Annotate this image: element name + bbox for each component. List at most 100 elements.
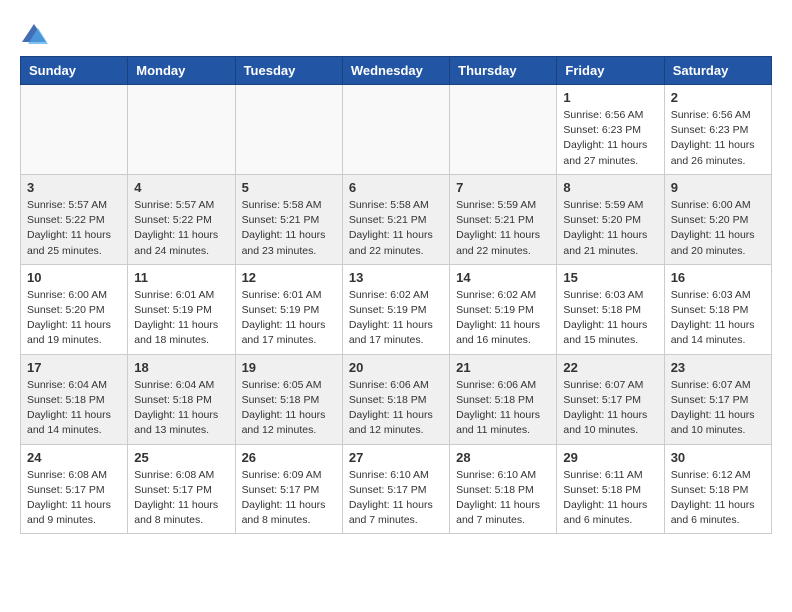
day-number: 10: [27, 270, 121, 285]
week-row-4: 17Sunrise: 6:04 AM Sunset: 5:18 PM Dayli…: [21, 354, 772, 444]
day-number: 22: [563, 360, 657, 375]
weekday-header-tuesday: Tuesday: [235, 57, 342, 85]
calendar-cell: [342, 85, 449, 175]
day-number: 30: [671, 450, 765, 465]
calendar-cell: [21, 85, 128, 175]
calendar-cell: 30Sunrise: 6:12 AM Sunset: 5:18 PM Dayli…: [664, 444, 771, 534]
calendar-cell: 25 Sunrise: 6:08 AM Sunset: 5:17 PM Dayli…: [128, 444, 235, 534]
day-info: Sunrise: 5:57 AM Sunset: 5:22 PM Dayligh…: [134, 198, 228, 259]
day-number: 24: [27, 450, 121, 465]
day-info: Sunrise: 6:01 AM Sunset: 5:19 PM Dayligh…: [134, 288, 228, 349]
day-info: Sunrise: 5:58 AM Sunset: 5:21 PM Dayligh…: [242, 198, 336, 259]
day-info: Sunrise: 6:56 AM Sunset: 6:23 PM Dayligh…: [563, 108, 657, 169]
day-number: 23: [671, 360, 765, 375]
calendar-cell: [235, 85, 342, 175]
calendar-cell: 7 Sunrise: 5:59 AM Sunset: 5:21 PM Daylig…: [450, 174, 557, 264]
calendar-cell: 20 Sunrise: 6:06 AM Sunset: 5:18 PM Dayli…: [342, 354, 449, 444]
weekday-header-saturday: Saturday: [664, 57, 771, 85]
day-info: Sunrise: 6:04 AM Sunset: 5:18 PM Dayligh…: [134, 378, 228, 439]
calendar-cell: 14Sunrise: 6:02 AM Sunset: 5:19 PM Dayli…: [450, 264, 557, 354]
calendar-cell: [450, 85, 557, 175]
day-info: Sunrise: 6:00 AM Sunset: 5:20 PM Dayligh…: [671, 198, 765, 259]
day-number: 13: [349, 270, 443, 285]
day-info: Sunrise: 5:57 AM Sunset: 5:22 PM Dayligh…: [27, 198, 121, 259]
day-info: Sunrise: 6:04 AM Sunset: 5:18 PM Dayligh…: [27, 378, 121, 439]
week-row-5: 24 Sunrise: 6:08 AM Sunset: 5:17 PM Dayli…: [21, 444, 772, 534]
calendar-body: 1 Sunrise: 6:56 AM Sunset: 6:23 PM Daylig…: [21, 85, 772, 534]
calendar-header: SundayMondayTuesdayWednesdayThursdayFrid…: [21, 57, 772, 85]
weekday-header-monday: Monday: [128, 57, 235, 85]
calendar-cell: 5 Sunrise: 5:58 AM Sunset: 5:21 PM Daylig…: [235, 174, 342, 264]
calendar-cell: 26 Sunrise: 6:09 AM Sunset: 5:17 PM Dayli…: [235, 444, 342, 534]
calendar-cell: 13 Sunrise: 6:02 AM Sunset: 5:19 PM Dayli…: [342, 264, 449, 354]
day-number: 3: [27, 180, 121, 195]
day-number: 6: [349, 180, 443, 195]
calendar-cell: 27 Sunrise: 6:10 AM Sunset: 5:17 PM Dayli…: [342, 444, 449, 534]
day-number: 1: [563, 90, 657, 105]
calendar-cell: 1 Sunrise: 6:56 AM Sunset: 6:23 PM Daylig…: [557, 85, 664, 175]
day-number: 18: [134, 360, 228, 375]
day-info: Sunrise: 6:10 AM Sunset: 5:18 PM Dayligh…: [456, 468, 550, 529]
calendar-cell: 18 Sunrise: 6:04 AM Sunset: 5:18 PM Dayli…: [128, 354, 235, 444]
day-info: Sunrise: 6:09 AM Sunset: 5:17 PM Dayligh…: [242, 468, 336, 529]
weekday-header-row: SundayMondayTuesdayWednesdayThursdayFrid…: [21, 57, 772, 85]
calendar-cell: 17Sunrise: 6:04 AM Sunset: 5:18 PM Dayli…: [21, 354, 128, 444]
calendar: SundayMondayTuesdayWednesdayThursdayFrid…: [20, 56, 772, 534]
weekday-header-friday: Friday: [557, 57, 664, 85]
logo: [20, 20, 52, 48]
day-number: 14: [456, 270, 550, 285]
day-number: 21: [456, 360, 550, 375]
day-info: Sunrise: 6:02 AM Sunset: 5:19 PM Dayligh…: [349, 288, 443, 349]
day-info: Sunrise: 6:00 AM Sunset: 5:20 PM Dayligh…: [27, 288, 121, 349]
weekday-header-thursday: Thursday: [450, 57, 557, 85]
day-number: 26: [242, 450, 336, 465]
calendar-cell: 28 Sunrise: 6:10 AM Sunset: 5:18 PM Dayli…: [450, 444, 557, 534]
calendar-cell: 21Sunrise: 6:06 AM Sunset: 5:18 PM Dayli…: [450, 354, 557, 444]
calendar-cell: 3 Sunrise: 5:57 AM Sunset: 5:22 PM Daylig…: [21, 174, 128, 264]
calendar-cell: 22 Sunrise: 6:07 AM Sunset: 5:17 PM Dayli…: [557, 354, 664, 444]
day-info: Sunrise: 6:03 AM Sunset: 5:18 PM Dayligh…: [563, 288, 657, 349]
calendar-cell: 11Sunrise: 6:01 AM Sunset: 5:19 PM Dayli…: [128, 264, 235, 354]
calendar-cell: 4 Sunrise: 5:57 AM Sunset: 5:22 PM Daylig…: [128, 174, 235, 264]
day-info: Sunrise: 6:07 AM Sunset: 5:17 PM Dayligh…: [563, 378, 657, 439]
day-number: 15: [563, 270, 657, 285]
week-row-3: 10 Sunrise: 6:00 AM Sunset: 5:20 PM Dayli…: [21, 264, 772, 354]
day-info: Sunrise: 6:10 AM Sunset: 5:17 PM Dayligh…: [349, 468, 443, 529]
day-info: Sunrise: 6:01 AM Sunset: 5:19 PM Dayligh…: [242, 288, 336, 349]
calendar-cell: 24 Sunrise: 6:08 AM Sunset: 5:17 PM Dayli…: [21, 444, 128, 534]
day-info: Sunrise: 5:59 AM Sunset: 5:20 PM Dayligh…: [563, 198, 657, 259]
calendar-cell: 15 Sunrise: 6:03 AM Sunset: 5:18 PM Dayli…: [557, 264, 664, 354]
calendar-cell: 12 Sunrise: 6:01 AM Sunset: 5:19 PM Dayli…: [235, 264, 342, 354]
day-info: Sunrise: 6:08 AM Sunset: 5:17 PM Dayligh…: [134, 468, 228, 529]
calendar-cell: 29Sunrise: 6:11 AM Sunset: 5:18 PM Dayli…: [557, 444, 664, 534]
day-info: Sunrise: 5:59 AM Sunset: 5:21 PM Dayligh…: [456, 198, 550, 259]
day-number: 5: [242, 180, 336, 195]
day-info: Sunrise: 6:07 AM Sunset: 5:17 PM Dayligh…: [671, 378, 765, 439]
calendar-cell: 23 Sunrise: 6:07 AM Sunset: 5:17 PM Dayli…: [664, 354, 771, 444]
calendar-cell: 19Sunrise: 6:05 AM Sunset: 5:18 PM Dayli…: [235, 354, 342, 444]
page-header: [20, 20, 772, 48]
day-number: 12: [242, 270, 336, 285]
weekday-header-sunday: Sunday: [21, 57, 128, 85]
day-number: 28: [456, 450, 550, 465]
day-info: Sunrise: 5:58 AM Sunset: 5:21 PM Dayligh…: [349, 198, 443, 259]
day-number: 8: [563, 180, 657, 195]
day-number: 7: [456, 180, 550, 195]
day-number: 20: [349, 360, 443, 375]
weekday-header-wednesday: Wednesday: [342, 57, 449, 85]
day-info: Sunrise: 6:03 AM Sunset: 5:18 PM Dayligh…: [671, 288, 765, 349]
day-info: Sunrise: 6:56 AM Sunset: 6:23 PM Dayligh…: [671, 108, 765, 169]
day-number: 27: [349, 450, 443, 465]
day-number: 19: [242, 360, 336, 375]
day-number: 4: [134, 180, 228, 195]
day-info: Sunrise: 6:08 AM Sunset: 5:17 PM Dayligh…: [27, 468, 121, 529]
calendar-cell: 16Sunrise: 6:03 AM Sunset: 5:18 PM Dayli…: [664, 264, 771, 354]
calendar-cell: 8 Sunrise: 5:59 AM Sunset: 5:20 PM Daylig…: [557, 174, 664, 264]
week-row-1: 1 Sunrise: 6:56 AM Sunset: 6:23 PM Daylig…: [21, 85, 772, 175]
day-number: 25: [134, 450, 228, 465]
day-number: 2: [671, 90, 765, 105]
day-info: Sunrise: 6:06 AM Sunset: 5:18 PM Dayligh…: [349, 378, 443, 439]
logo-icon: [20, 20, 48, 48]
day-info: Sunrise: 6:11 AM Sunset: 5:18 PM Dayligh…: [563, 468, 657, 529]
calendar-cell: 2 Sunrise: 6:56 AM Sunset: 6:23 PM Daylig…: [664, 85, 771, 175]
